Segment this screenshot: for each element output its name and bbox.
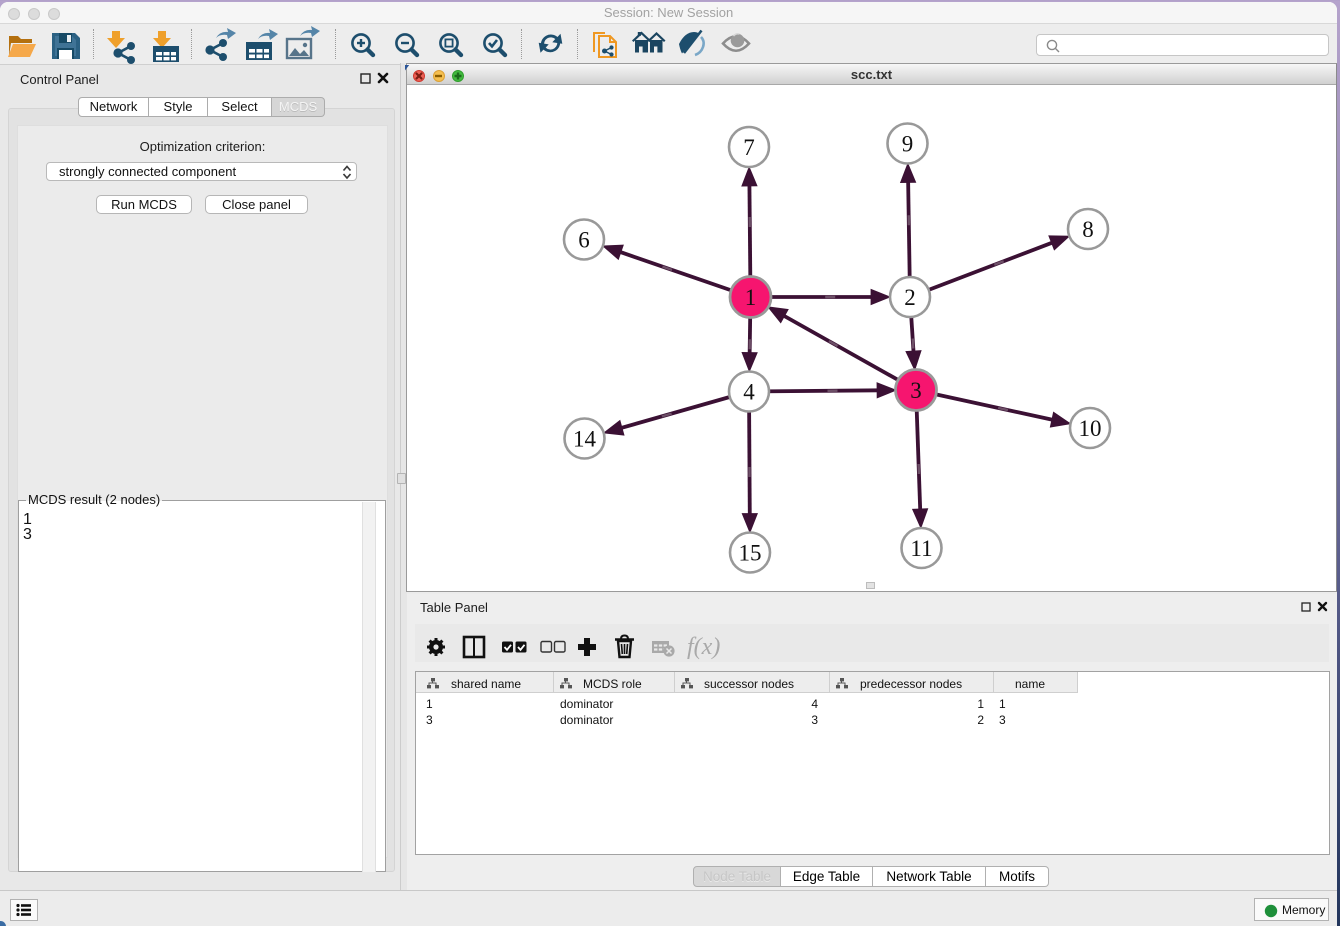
svg-text:2: 2 [904,285,916,310]
svg-text:10: 10 [1079,416,1102,441]
svg-text:f(x): f(x) [687,634,720,660]
svg-text:6: 6 [578,228,590,253]
svg-text:7: 7 [743,135,755,160]
svg-text:3: 3 [910,378,922,403]
svg-text:4: 4 [743,380,755,405]
svg-text:1: 1 [745,285,757,310]
svg-text:8: 8 [1082,217,1094,242]
svg-text:9: 9 [902,132,914,157]
svg-text:15: 15 [739,541,762,566]
svg-text:14: 14 [573,427,597,452]
svg-text:11: 11 [910,536,932,561]
